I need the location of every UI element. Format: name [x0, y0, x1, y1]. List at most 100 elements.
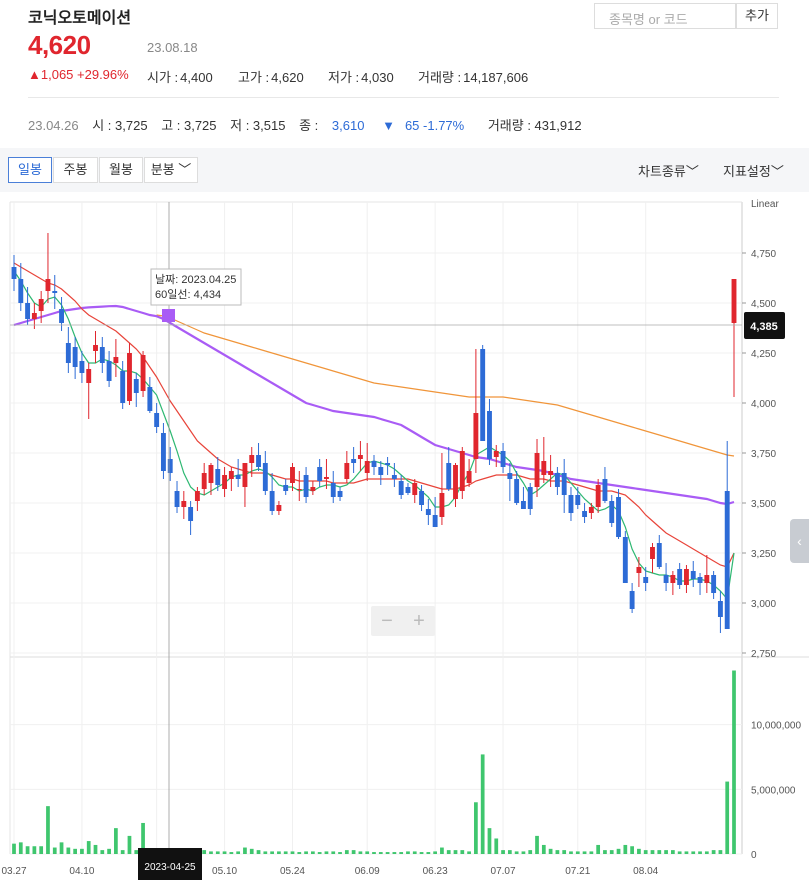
volume-bar: [596, 844, 601, 854]
candle-body: [283, 485, 289, 491]
candle-body: [52, 291, 58, 293]
volume-bar: [12, 843, 16, 854]
tab-monthly[interactable]: 월봉: [99, 157, 143, 183]
candle-body: [548, 471, 554, 475]
volume-bar: [582, 851, 587, 854]
tab-weekly[interactable]: 주봉: [53, 157, 98, 183]
candle-body: [208, 465, 214, 483]
candle-body: [514, 479, 520, 503]
candle-body: [595, 485, 601, 507]
candle-body: [507, 473, 513, 479]
volume-bar: [440, 847, 444, 854]
chart-type-menu[interactable]: 차트종류﹀: [638, 161, 699, 180]
x-tick-label: 04.10: [69, 866, 94, 877]
candle-body: [228, 471, 234, 479]
axes: 03.27 04.10 05.10 05.24 06.09 06.23 07.07 07.21…: [1, 249, 801, 877]
volume-bar: [514, 851, 519, 854]
zoom-out-icon[interactable]: −: [381, 610, 393, 632]
candle-body: [357, 455, 363, 459]
chevron-down-icon: ﹀: [178, 162, 192, 177]
candle-body: [106, 361, 112, 381]
volume-bar: [256, 850, 261, 854]
x-tick-label: 03.27: [1, 866, 26, 877]
volume-bar: [229, 852, 234, 854]
volume-bar: [603, 850, 607, 854]
candle-body: [704, 575, 710, 583]
candle-body: [493, 451, 499, 457]
volume-bar: [419, 852, 424, 854]
tab-daily[interactable]: 일봉: [8, 157, 52, 183]
zoom-in-icon[interactable]: +: [413, 610, 425, 632]
candle-body: [453, 465, 458, 499]
volume-bar: [671, 850, 675, 854]
volume-bar: [283, 851, 288, 854]
candle-body: [310, 487, 316, 491]
indicator-settings-menu[interactable]: 지표설정﹀: [723, 161, 784, 180]
chevron-down-icon: ﹀: [770, 164, 784, 179]
volume-bar: [535, 835, 539, 854]
candle-body: [38, 299, 44, 311]
candle-body: [147, 387, 153, 411]
candle-body: [670, 575, 676, 583]
volume-bar: [704, 851, 709, 854]
candle-body: [45, 279, 51, 291]
candles: [11, 233, 737, 633]
volume-bar: [643, 850, 648, 854]
volume-bar: [555, 850, 560, 854]
candle-body: [643, 577, 649, 583]
candle-body: [167, 459, 173, 473]
candle-body: [25, 303, 31, 319]
current-price-tag: 4,385: [750, 321, 778, 333]
candle-body: [93, 345, 98, 351]
candle-body: [188, 507, 194, 521]
volume-bar: [338, 852, 342, 854]
scale-label[interactable]: Linear: [751, 199, 779, 210]
volume-bar: [107, 848, 111, 854]
volume-bar: [637, 848, 641, 854]
volume-bar: [399, 852, 404, 854]
candle-body: [568, 495, 574, 513]
volume-bar: [474, 802, 478, 854]
down-arrow-icon: ▼: [382, 118, 395, 133]
volume-bar: [630, 846, 634, 854]
volume-bar: [243, 847, 247, 854]
candle-body: [120, 371, 126, 403]
candle-body: [717, 601, 723, 617]
volume-bar: [127, 835, 132, 854]
y-tick-label: 4,250: [751, 349, 776, 360]
y-tick-label: 3,500: [751, 499, 776, 510]
volume-bars: [12, 670, 736, 854]
candle-body: [446, 463, 452, 489]
volume-bar: [589, 851, 594, 854]
volume-bar: [73, 848, 77, 854]
history-volume: 거래량 : 431,912: [487, 118, 582, 133]
volume-bar: [18, 842, 23, 854]
candle-body: [684, 569, 689, 585]
volume-bar: [324, 851, 329, 854]
chevron-left-icon[interactable]: ‹: [790, 519, 809, 563]
volume-bar: [684, 851, 689, 854]
volume-bar: [412, 851, 417, 854]
history-high: 고 : 3,725: [161, 118, 217, 133]
volume-stat: 거래량 :14,187,606: [418, 70, 529, 85]
candle-body: [65, 343, 71, 363]
y-tick-label: 3,750: [751, 449, 776, 460]
candle-body: [541, 461, 547, 475]
y-tick-label: 2,750: [751, 649, 776, 660]
candle-body: [378, 467, 384, 475]
date-tag: 2023-04-25: [144, 862, 196, 873]
stock-search-input[interactable]: 종목명 or 코드: [594, 3, 736, 29]
volume-bar: [46, 806, 50, 854]
tab-minute[interactable]: 분봉 ﹀: [144, 157, 198, 183]
candle-body: [459, 451, 465, 491]
ma120-line: [156, 314, 735, 457]
volume-bar: [32, 846, 37, 854]
candle-body: [520, 501, 526, 509]
candle-body: [690, 571, 696, 579]
candle-body: [480, 349, 486, 441]
tooltip-date: 날짜: 2023.04.25: [155, 273, 236, 286]
current-price: 4,620: [28, 30, 91, 60]
add-button[interactable]: 추가: [736, 3, 778, 29]
volume-bar: [711, 850, 716, 854]
ma20-line: [13, 262, 735, 568]
